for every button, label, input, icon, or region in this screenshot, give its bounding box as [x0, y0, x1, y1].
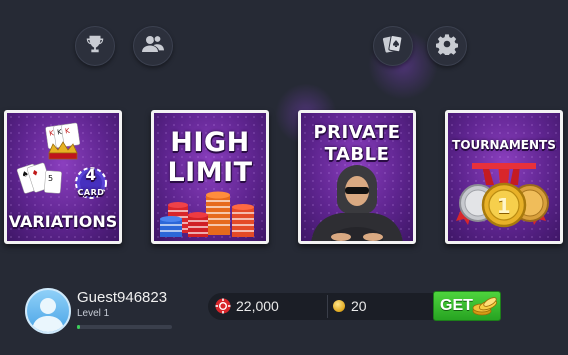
svg-text:5: 5	[48, 174, 53, 183]
player-level: Level 1	[77, 308, 110, 319]
avatar[interactable]	[25, 288, 71, 334]
high-limit-title-line2: LIMIT	[167, 157, 253, 188]
xp-progress-fill	[77, 325, 80, 329]
wallet-divider	[327, 295, 328, 318]
hooded-player-illustration	[311, 165, 403, 241]
poker-chip-icon	[215, 298, 231, 319]
friends-button[interactable]	[133, 26, 173, 66]
chips-balance: 22,000	[236, 298, 279, 314]
variations-title: VARIATIONS	[8, 212, 118, 231]
xp-progress-bar	[77, 325, 172, 329]
tournaments-title: TOURNAMENTS	[452, 138, 556, 152]
get-button-label: GET	[440, 297, 473, 314]
variations-badge-word: CARD	[77, 188, 105, 197]
chip-stacks-illustration	[160, 191, 254, 237]
coins-balance: 20	[351, 298, 367, 314]
tournaments-tile[interactable]: TOURNAMENTS 1	[445, 110, 563, 244]
private-table-tile[interactable]: PRIVATE TABLE	[298, 110, 416, 244]
private-table-title-line2: TABLE	[324, 144, 390, 165]
username: Guest946823	[77, 289, 168, 306]
coin-stack-icon	[472, 296, 498, 321]
friends-icon	[141, 33, 165, 60]
high-limit-title-line1: HIGH	[170, 127, 250, 158]
cards-crown-illustration: K K K ♠ ♦ 5	[16, 122, 107, 199]
settings-button[interactable]	[427, 26, 467, 66]
trophy-button[interactable]	[75, 26, 115, 66]
coin-icon	[333, 300, 345, 312]
get-coins-button[interactable]: GET	[433, 291, 501, 321]
trophy-icon	[84, 33, 106, 60]
high-limit-tile[interactable]: HIGH LIMIT	[151, 110, 269, 244]
cards-button[interactable]	[373, 26, 413, 66]
bottom-bar: Guest946823 Level 1 22,000 20 GET	[0, 280, 568, 355]
variations-tile[interactable]: K K K ♠ ♦ 5 4 CARD VARIATIONS	[4, 110, 122, 244]
private-table-title-line1: PRIVATE	[313, 122, 401, 143]
user-silhouette-icon	[32, 298, 64, 332]
gear-icon	[435, 33, 459, 60]
tournaments-medal-number: 1	[496, 194, 512, 218]
cards-icon	[381, 32, 405, 61]
variations-badge-number: 4	[85, 166, 97, 184]
